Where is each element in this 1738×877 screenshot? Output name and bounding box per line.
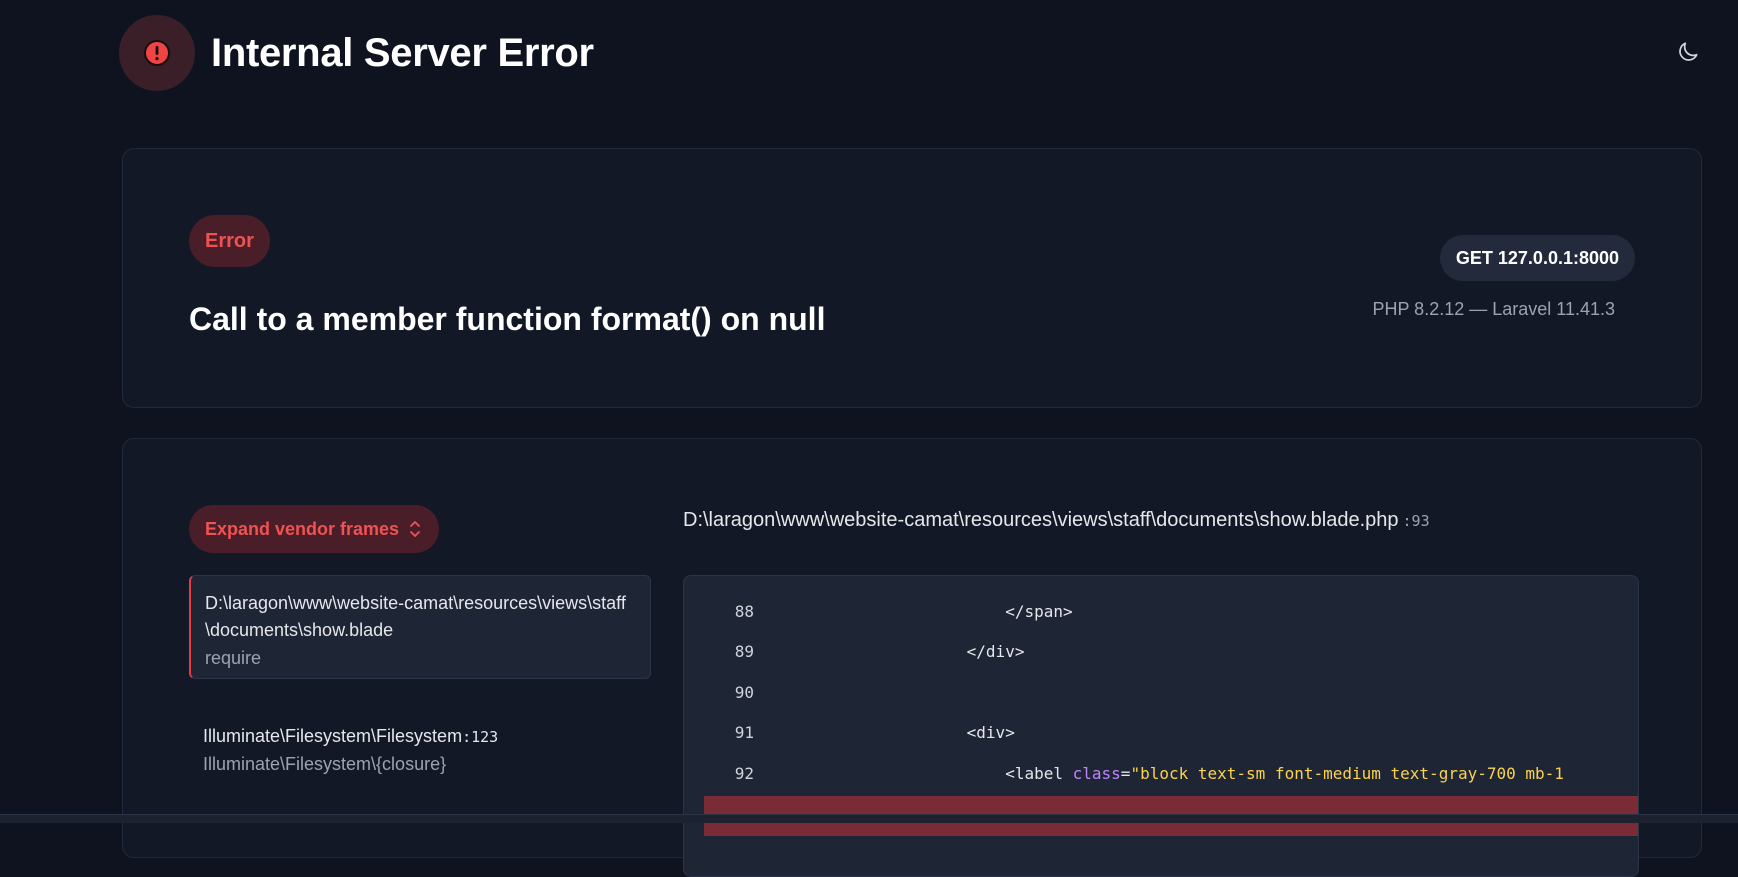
code-line: 90 [734,683,754,702]
code-line: 89 </div> [734,642,1025,661]
code-line-ref: :93 [1402,512,1430,530]
stack-frame[interactable]: Illuminate\Filesystem\Filesystem:123 Ill… [189,709,651,789]
frame-file: Illuminate\Filesystem\Filesystem:123 [203,726,499,746]
exception-card: Error Call to a member function format()… [122,148,1702,408]
error-badge: Error [189,215,270,267]
chevron-up-down-icon [410,521,420,537]
frame-function: require [205,648,262,668]
alert-circle-icon [144,40,170,66]
page-header: Internal Server Error [119,15,594,91]
frame-function: Illuminate\Filesystem\{closure} [203,754,447,774]
code-viewer: 88 </span> 89 </div> 90 91 <div> 92 <lab… [683,575,1639,877]
exception-message: Call to a member function format() on nu… [189,301,826,337]
code-file-path: D:\laragon\www\website-camat\resources\v… [683,509,1430,531]
error-icon-container [119,15,195,91]
code-line: 92 <label class="block text-sm font-medi… [734,764,1564,783]
expand-vendor-frames-button[interactable]: Expand vendor frames [189,505,440,553]
expand-vendor-frames-label: Expand vendor frames [205,518,400,539]
frame-file: D:\laragon\www\website-camat\resources\v… [205,593,626,640]
stack-frame-active[interactable]: D:\laragon\www\website-camat\resources\v… [189,575,651,679]
page-title: Internal Server Error [211,30,594,75]
stack-trace-card: Expand vendor frames D:\laragon\www\webs… [122,438,1702,877]
moon-icon [1679,42,1698,61]
code-line: 91 <div> [734,723,1015,742]
frame-line-number: :123 [462,728,499,746]
version-info: PHP 8.2.12 — Laravel 11.41.3 [1372,299,1616,319]
request-badge: GET 127.0.0.1:8000 [1439,235,1635,281]
code-line: 88 </span> [734,602,1073,621]
theme-toggle-button[interactable] [1674,38,1702,66]
